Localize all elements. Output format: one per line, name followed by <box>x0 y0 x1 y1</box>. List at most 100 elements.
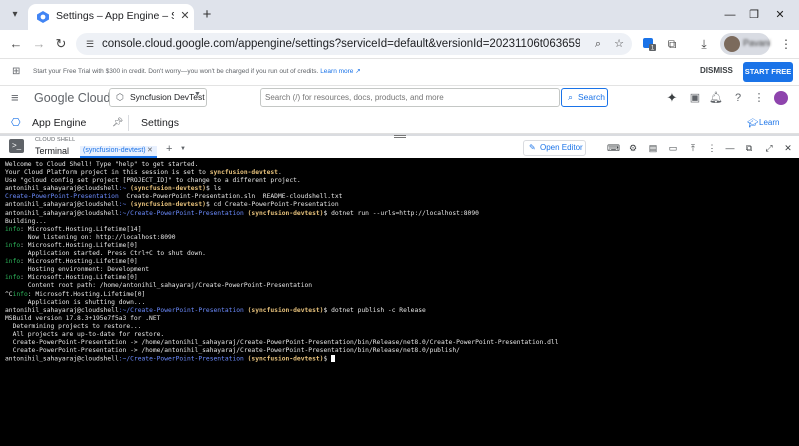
tab-title: Settings – App Engine – Syncfusion <box>56 10 174 22</box>
window-icon[interactable]: ▭ <box>667 142 679 154</box>
tab-label: (syncfusion-devtest) <box>83 147 146 154</box>
profile-chip[interactable]: Pavani <box>720 33 771 55</box>
project-picker[interactable]: ⬡ Syncfusion DevTest ▼ <box>109 88 207 107</box>
cloud-shell-label: CLOUD SHELL <box>35 137 76 143</box>
terminal-line: Create-PowerPoint-Presentation -> /home/… <box>5 339 559 347</box>
profile-name: Pavani <box>743 38 771 48</box>
notifications-bell-icon[interactable]: 🔔︎ <box>709 91 723 105</box>
address-bar[interactable]: ☰ console.cloud.google.com/appengine/set… <box>76 33 632 55</box>
divider <box>128 115 129 131</box>
resize-handle[interactable] <box>394 135 406 138</box>
terminal-line: info: Microsoft.Hosting.Lifetime[0] <box>5 258 138 266</box>
minimize-panel-icon[interactable]: — <box>724 142 736 154</box>
terminal-line: ^Cinfo: Microsoft.Hosting.Lifetime[0] <box>5 290 146 298</box>
browser-tab[interactable]: Settings – App Engine – Syncfusion ✕ <box>28 4 194 30</box>
terminal-prompt: antonihil_sahayaraj@cloudshell:~/Create-… <box>5 209 479 217</box>
product-bar: ⎔ App Engine 📌︎ Settings 🎓︎ Learn <box>0 112 799 134</box>
new-tab-button[interactable]: + <box>198 6 216 24</box>
terminal-prompt: antonihil_sahayaraj@cloudshell:~ (syncfu… <box>5 201 339 209</box>
chevron-down-icon[interactable]: ▼ <box>180 146 186 152</box>
settings-gear-icon[interactable]: ⚙ <box>627 142 639 154</box>
terminal-line: Content root path: /home/antonihil_sahay… <box>5 282 313 290</box>
tab-syncfusion-devtest[interactable]: (syncfusion-devtest) ✕ <box>80 146 157 158</box>
chevron-down-icon: ▼ <box>194 91 201 98</box>
web-preview-icon[interactable]: ▤ <box>647 142 659 154</box>
close-shell-icon[interactable]: ✕ <box>782 142 794 154</box>
maximize-icon[interactable]: ⤢ <box>763 142 775 154</box>
tab-close-icon[interactable]: ✕ <box>178 9 192 23</box>
search-input[interactable] <box>265 91 555 104</box>
user-avatar[interactable] <box>774 91 788 105</box>
extension-badge-svg: 1 <box>643 38 656 52</box>
tab-search-icon[interactable]: ▾ <box>8 8 22 22</box>
extensions-puzzle-icon[interactable]: ⧉ <box>663 35 681 53</box>
open-editor-button[interactable]: ✎ Open Editor <box>523 140 586 156</box>
terminal-line: Now listening on: http://localhost:8090 <box>5 233 176 241</box>
logo-cloud-text: Cloud <box>77 91 111 105</box>
terminal-prompt: antonihil_sahayaraj@cloudshell:~/Create-… <box>5 355 794 363</box>
start-free-button[interactable]: START FREE <box>743 62 793 82</box>
url-text[interactable]: console.cloud.google.com/appengine/setti… <box>102 37 580 51</box>
product-title[interactable]: App Engine <box>32 117 86 129</box>
terminal-line: Welcome to Cloud Shell! Type "help" to g… <box>5 161 199 168</box>
app-engine-favicon <box>37 11 49 23</box>
terminal-line: Your Cloud Platform project in this sess… <box>5 169 282 177</box>
gift-icon: ⊞ <box>12 66 21 77</box>
terminal-output[interactable]: Welcome to Cloud Shell! Type "help" to g… <box>0 158 799 446</box>
terminal-line: Create-PowerPoint-Presentation -> /home/… <box>5 347 460 355</box>
site-info-icon[interactable]: ☰ <box>83 37 97 51</box>
cloud-shell-logo-icon: >_ <box>9 139 24 153</box>
terminal-prompt: antonihil_sahayaraj@cloudshell:~ (syncfu… <box>5 185 222 193</box>
forward-icon[interactable]: → <box>30 35 48 53</box>
google-cloud-logo[interactable]: Google Cloud <box>34 91 110 105</box>
terminal-line: Building... <box>5 217 47 225</box>
terminal-label: Terminal <box>35 146 70 156</box>
search-icon: ⌕ <box>568 92 574 102</box>
gcp-header: ≡ Google Cloud ⬡ Syncfusion DevTest ▼ ⌕ … <box>0 86 799 112</box>
restore-icon[interactable]: ❐ <box>745 6 763 24</box>
terminal-line: info: Microsoft.Hosting.Lifetime[0] <box>5 274 138 282</box>
learn-more-link[interactable]: Learn more <box>320 68 353 75</box>
download-icon[interactable]: ⤓ <box>695 35 713 53</box>
add-tab-icon[interactable]: + <box>166 143 172 155</box>
avatar <box>724 36 740 52</box>
learn-button[interactable]: Learn <box>759 118 779 127</box>
app-engine-icon: ⎔ <box>11 117 21 129</box>
search-button-label: Search <box>578 92 605 102</box>
search-button[interactable]: ⌕ Search <box>561 88 608 107</box>
close-icon[interactable]: ✕ <box>147 146 153 154</box>
terminal-line: Determining projects to restore... <box>5 322 142 330</box>
reload-icon[interactable]: ↻ <box>52 35 70 53</box>
gemini-sparkle-icon[interactable]: ✦ <box>665 91 679 105</box>
terminal-cursor <box>331 355 336 363</box>
promo-text: Start your Free Trial with $300 in credi… <box>33 67 361 75</box>
terminal-line: All projects are up-to-date for restore. <box>5 330 165 338</box>
more-vert-icon[interactable]: ⋮ <box>706 142 718 154</box>
help-icon[interactable]: ? <box>731 91 745 105</box>
school-icon: 🎓︎ <box>747 118 759 128</box>
extension-badge-icon[interactable]: 1 <box>640 35 658 53</box>
terminal-prompt: antonihil_sahayaraj@cloudshell:~/Create-… <box>5 306 426 314</box>
minimize-icon[interactable]: — <box>721 6 739 24</box>
pin-icon[interactable]: 📌︎ <box>112 117 123 128</box>
project-hex-icon: ⬡ <box>116 92 124 102</box>
window-close-icon[interactable]: ✕ <box>771 6 789 24</box>
terminal-line: Application is shutting down... <box>5 298 146 306</box>
keyboard-icon[interactable]: ⌨ <box>607 142 620 154</box>
page-title: Settings <box>141 117 179 129</box>
more-options-icon[interactable]: ⋮ <box>752 91 766 105</box>
hamburger-menu-icon[interactable]: ≡ <box>11 91 25 105</box>
back-icon[interactable]: ← <box>7 35 25 53</box>
zoom-icon[interactable]: ⌕ <box>590 36 606 52</box>
bookmark-star-icon[interactable]: ☆ <box>611 36 627 52</box>
cloud-shell-bar: >_ CLOUD SHELL Terminal (syncfusion-devt… <box>0 134 799 158</box>
browser-menu-icon[interactable]: ⋮ <box>777 35 795 53</box>
open-editor-label: Open Editor <box>540 143 583 152</box>
dismiss-button[interactable]: DISMISS <box>700 66 733 75</box>
external-link-icon: ↗ <box>353 68 361 75</box>
search-field[interactable] <box>260 88 560 107</box>
open-new-window-icon[interactable]: ⧉ <box>743 142 755 154</box>
promo-message: Start your Free Trial with $300 in credi… <box>33 68 319 75</box>
upload-icon[interactable]: ⤒ <box>687 142 699 154</box>
cloud-shell-icon[interactable]: ▣ <box>688 91 702 105</box>
